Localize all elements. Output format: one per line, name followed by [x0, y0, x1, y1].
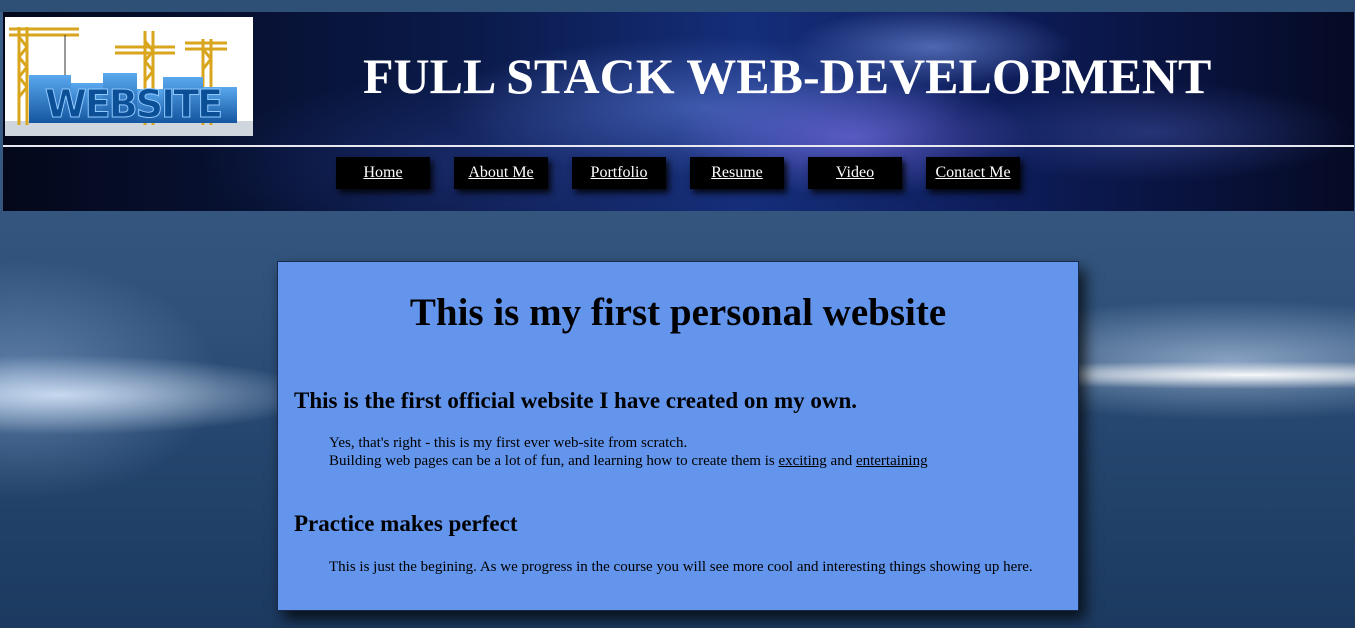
nav-portfolio-link[interactable]: Portfolio: [572, 157, 666, 189]
site-title: FULL STACK WEB-DEVELOPMENT: [363, 48, 1212, 104]
nav-contact-me-link[interactable]: Contact Me: [926, 157, 1020, 189]
nav-video-link[interactable]: Video: [808, 157, 902, 189]
paragraph-line: Building web pages can be a lot of fun, …: [329, 453, 779, 469]
paragraph-connector: and: [826, 453, 856, 469]
section-paragraph-practice: This is just the begining. As we progres…: [329, 559, 1033, 575]
site-header: WEBSITE FULL STACK WEB-DEVELOPMENT Home …: [3, 12, 1354, 211]
entertaining-link[interactable]: entertaining: [856, 453, 928, 469]
section-heading-first-website: This is the first official website I hav…: [294, 388, 858, 413]
website-construction-logo: WEBSITE: [5, 17, 253, 136]
nav-about-me-link[interactable]: About Me: [454, 157, 548, 189]
section-heading-practice: Practice makes perfect: [294, 511, 518, 536]
exciting-link[interactable]: exciting: [778, 453, 826, 469]
paragraph-line: Yes, that's right - this is my first eve…: [329, 435, 688, 451]
main-content-panel: This is my first personal website This i…: [277, 261, 1079, 611]
nav-home-link[interactable]: Home: [336, 157, 430, 189]
nav-resume-link[interactable]: Resume: [690, 157, 784, 189]
svg-text:WEBSITE: WEBSITE: [45, 82, 221, 126]
header-divider: [3, 145, 1354, 147]
page-heading: This is my first personal website: [409, 291, 947, 334]
top-strip: [0, 0, 1355, 12]
main-nav: Home About Me Portfolio Resume Video Con…: [336, 157, 1020, 189]
section-paragraph-first-website: Yes, that's right - this is my first eve…: [329, 434, 1054, 470]
